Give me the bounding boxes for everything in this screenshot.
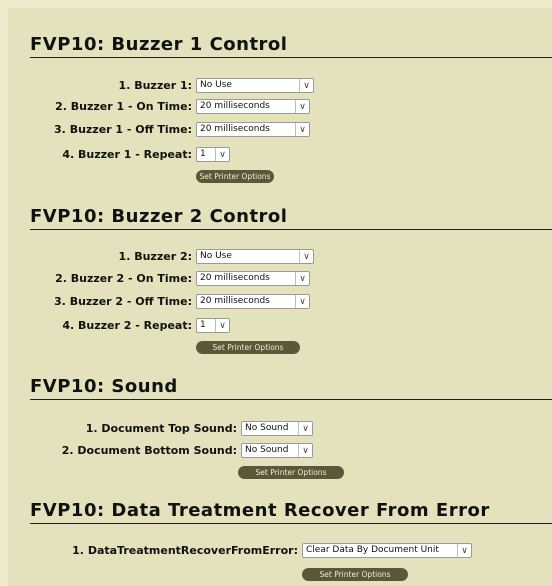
data-treatment-select[interactable]: Clear Data By Document Unit ∨	[302, 543, 472, 558]
off-time-select[interactable]: 20 milliseconds ∨	[196, 294, 310, 309]
select-value: Clear Data By Document Unit	[306, 545, 439, 555]
section-sound: FVP10: Sound	[30, 376, 552, 400]
buzzer-select[interactable]: No Use ∨	[196, 249, 314, 264]
set-printer-options-button[interactable]: Set Printer Options	[196, 170, 274, 183]
chevron-down-icon: ∨	[215, 148, 229, 161]
form-row: 4. Buzzer 1 - Repeat: 1 ∨	[0, 147, 230, 162]
select-value: 1	[200, 149, 206, 159]
field-label: 1. DataTreatmentRecoverFromError:	[72, 544, 298, 557]
select-value: 20 milliseconds	[200, 124, 270, 134]
field-label: 2. Document Bottom Sound:	[61, 444, 237, 457]
on-time-select[interactable]: 20 milliseconds ∨	[196, 99, 310, 114]
select-value: No Sound	[245, 423, 289, 433]
select-value: No Use	[200, 251, 232, 261]
field-label: 2. Buzzer 2 - On Time:	[55, 272, 192, 285]
form-row: 1. Document Top Sound: No Sound ∨	[0, 421, 313, 436]
section-buzzer-2: FVP10: Buzzer 2 Control	[30, 206, 552, 230]
chevron-down-icon: ∨	[457, 544, 471, 557]
form-row: 1. Buzzer 1: No Use ∨	[0, 78, 316, 93]
field-label: 4. Buzzer 2 - Repeat:	[62, 319, 192, 332]
top-strip	[0, 0, 552, 8]
select-value: 20 milliseconds	[200, 101, 270, 111]
section-data-treatment: FVP10: Data Treatment Recover From Error	[30, 500, 552, 524]
field-label: 2. Buzzer 1 - On Time:	[55, 100, 192, 113]
form-row: 2. Document Bottom Sound: No Sound ∨	[0, 443, 313, 458]
field-label: 1. Buzzer 1:	[118, 79, 192, 92]
form-row: 3. Buzzer 2 - Off Time: 20 milliseconds ∨	[0, 294, 310, 309]
field-label: 1. Document Top Sound:	[85, 422, 237, 435]
set-printer-options-button[interactable]: Set Printer Options	[238, 466, 344, 479]
chevron-down-icon: ∨	[215, 319, 229, 332]
off-time-select[interactable]: 20 milliseconds ∨	[196, 122, 310, 137]
repeat-select[interactable]: 1 ∨	[196, 318, 230, 333]
form-row: 2. Buzzer 1 - On Time: 20 milliseconds ∨	[0, 99, 310, 114]
chevron-down-icon: ∨	[295, 100, 309, 113]
chevron-down-icon: ∨	[295, 272, 309, 285]
field-label: 4. Buzzer 1 - Repeat:	[62, 148, 192, 161]
field-label: 3. Buzzer 1 - Off Time:	[54, 123, 192, 136]
select-value: 20 milliseconds	[200, 296, 270, 306]
chevron-down-icon: ∨	[299, 250, 313, 263]
document-top-sound-select[interactable]: No Sound ∨	[241, 421, 313, 436]
form-row: 1. Buzzer 2: No Use ∨	[0, 249, 314, 264]
chevron-down-icon: ∨	[299, 79, 313, 92]
chevron-down-icon: ∨	[298, 444, 312, 457]
chevron-down-icon: ∨	[295, 295, 309, 308]
select-value: 20 milliseconds	[200, 273, 270, 283]
field-label: 3. Buzzer 2 - Off Time:	[54, 295, 192, 308]
section-title: FVP10: Sound	[30, 376, 552, 400]
section-title: FVP10: Data Treatment Recover From Error	[30, 500, 552, 524]
set-printer-options-button[interactable]: Set Printer Options	[302, 568, 408, 581]
select-value: No Sound	[245, 445, 289, 455]
on-time-select[interactable]: 20 milliseconds ∨	[196, 271, 310, 286]
select-value: No Use	[200, 80, 232, 90]
select-value: 1	[200, 320, 206, 330]
form-row: 3. Buzzer 1 - Off Time: 20 milliseconds ∨	[0, 122, 310, 137]
section-title: FVP10: Buzzer 1 Control	[30, 34, 552, 58]
set-printer-options-button[interactable]: Set Printer Options	[196, 341, 300, 354]
buzzer-select[interactable]: No Use ∨	[196, 78, 314, 93]
section-title: FVP10: Buzzer 2 Control	[30, 206, 552, 230]
repeat-select[interactable]: 1 ∨	[196, 147, 230, 162]
chevron-down-icon: ∨	[295, 123, 309, 136]
form-row: 1. DataTreatmentRecoverFromError: Clear …	[0, 543, 472, 558]
chevron-down-icon: ∨	[298, 422, 312, 435]
form-row: 4. Buzzer 2 - Repeat: 1 ∨	[0, 318, 230, 333]
field-label: 1. Buzzer 2:	[118, 250, 192, 263]
document-bottom-sound-select[interactable]: No Sound ∨	[241, 443, 313, 458]
form-row: 2. Buzzer 2 - On Time: 20 milliseconds ∨	[0, 271, 310, 286]
section-buzzer-1: FVP10: Buzzer 1 Control	[30, 34, 552, 58]
